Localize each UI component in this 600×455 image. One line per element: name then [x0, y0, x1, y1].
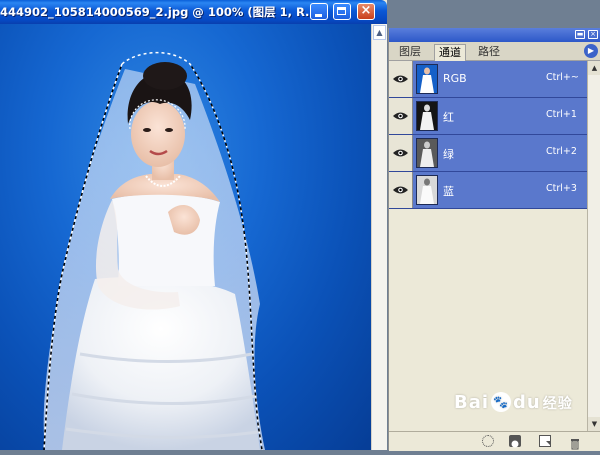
paw-icon: 🐾: [491, 392, 512, 412]
document-vertical-scrollbar[interactable]: ▲: [371, 24, 387, 450]
maximize-button[interactable]: [333, 3, 351, 20]
close-button[interactable]: ×: [357, 3, 375, 20]
channel-list: RGB Ctrl+~ 红 Ctrl+1 绿 Ctrl+2 蓝 Ctrl+3: [389, 61, 587, 209]
channel-row-rgb[interactable]: RGB Ctrl+~: [389, 61, 587, 98]
channel-shortcut: Ctrl+3: [546, 183, 577, 194]
channels-panel: ▬ × 图层 通道 路径 ▶ RGB Ctrl+~ 红 Ctrl+1 绿 Ctr…: [388, 28, 600, 451]
document-window: 444902_105814000569_2.jpg @ 100% (图层 1, …: [0, 0, 387, 450]
save-selection-icon[interactable]: [509, 435, 521, 448]
channel-name: RGB: [443, 72, 467, 85]
eye-icon: [393, 186, 408, 194]
eye-icon: [393, 149, 408, 157]
channel-name: 蓝: [443, 185, 454, 198]
panel-close-icon[interactable]: ×: [588, 30, 598, 39]
channel-name: 绿: [443, 148, 454, 161]
channel-shortcut: Ctrl+~: [546, 72, 579, 83]
watermark-brand2: du: [513, 392, 541, 413]
channel-thumbnail: [416, 138, 438, 168]
tab-channels[interactable]: 通道: [434, 44, 466, 61]
visibility-toggle[interactable]: [389, 135, 413, 171]
panel-title-bar[interactable]: ▬ ×: [389, 28, 600, 42]
panel-minimize-icon[interactable]: ▬: [575, 30, 585, 39]
channel-row-blue[interactable]: 蓝 Ctrl+3: [389, 172, 587, 209]
panel-footer: [389, 431, 600, 451]
channel-row-green[interactable]: 绿 Ctrl+2: [389, 135, 587, 172]
eye-icon: [393, 112, 408, 120]
visibility-toggle[interactable]: [389, 172, 413, 208]
maximize-icon: [337, 7, 346, 15]
panel-scroll-down-icon[interactable]: ▼: [588, 417, 600, 431]
tab-layers[interactable]: 图层: [395, 44, 425, 60]
baidu-jingyan-watermark: Bai 🐾 du 经验: [454, 392, 573, 413]
minimize-icon: [315, 14, 322, 17]
watermark-suffix: 经验: [542, 396, 573, 412]
channel-thumbnail: [416, 175, 438, 205]
channel-shortcut: Ctrl+2: [546, 146, 577, 157]
channel-row-red[interactable]: 红 Ctrl+1: [389, 98, 587, 135]
panel-menu-icon[interactable]: ▶: [584, 44, 598, 58]
visibility-toggle[interactable]: [389, 61, 413, 97]
scroll-up-icon[interactable]: ▲: [373, 25, 386, 40]
dotted-circle-icon[interactable]: [482, 435, 494, 447]
trash-icon[interactable]: [569, 435, 581, 450]
new-channel-icon[interactable]: [539, 435, 551, 447]
panel-tabs: 图层 通道 路径 ▶: [389, 42, 600, 61]
watermark-brand: Bai: [454, 392, 490, 413]
tab-paths[interactable]: 路径: [474, 44, 504, 60]
channel-thumbnail: [416, 101, 438, 131]
channel-shortcut: Ctrl+1: [546, 109, 577, 120]
close-icon: ×: [360, 3, 372, 18]
channel-thumbnail: [416, 64, 438, 94]
minimize-button[interactable]: [310, 3, 328, 20]
document-title: 444902_105814000569_2.jpg @ 100% (图层 1, …: [0, 5, 319, 19]
panel-vertical-scrollbar[interactable]: ▲ ▼: [587, 61, 600, 431]
panel-scroll-up-icon[interactable]: ▲: [588, 61, 600, 75]
image-canvas[interactable]: [0, 24, 371, 450]
channel-name: 红: [443, 111, 454, 124]
bride-photo: [43, 51, 265, 450]
document-title-bar[interactable]: 444902_105814000569_2.jpg @ 100% (图层 1, …: [0, 0, 387, 24]
eye-icon: [393, 75, 408, 83]
visibility-toggle[interactable]: [389, 98, 413, 134]
